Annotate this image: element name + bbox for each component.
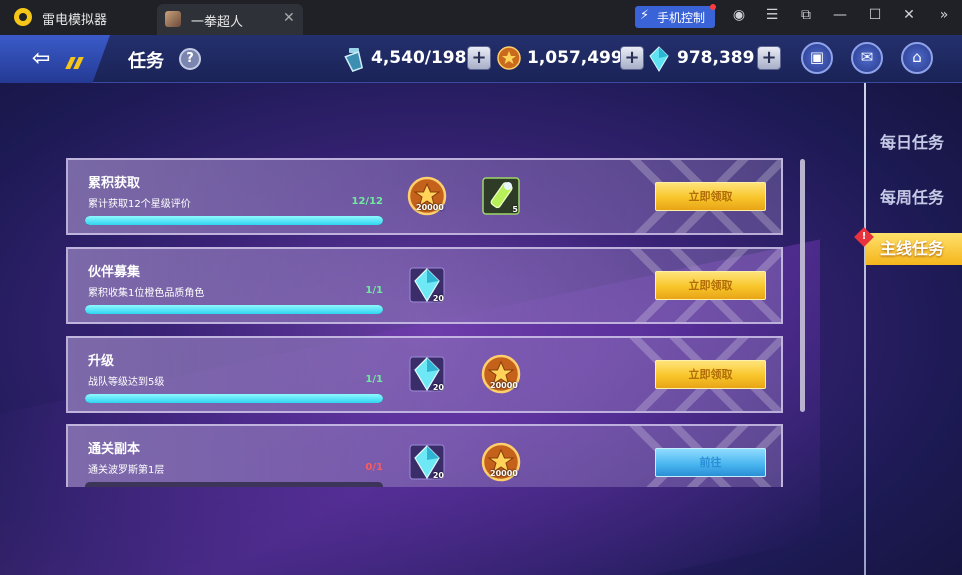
task-description: 累积收集1位橙色品质角色 (88, 288, 205, 299)
reward-quantity: 20000 (490, 381, 518, 390)
page-title: 任务 (128, 51, 164, 72)
phone-control-label: 手机控制 (657, 11, 706, 25)
emulator-app-name: 雷电模拟器 (42, 13, 108, 28)
tab-weekly-tasks[interactable]: 每周任务 (880, 184, 944, 208)
back-arrow-icon: ⇦ (32, 46, 51, 71)
emulator-titlebar: 雷电模拟器 一拳超人 ✕ ⚡ 手机控制 ◉ ☰ ⧉ — ☐ ✕ » (0, 0, 962, 35)
close-window-icon[interactable]: ✕ (899, 7, 919, 23)
add-gold-button[interactable]: + (620, 46, 644, 70)
ldplayer-logo-icon (14, 8, 32, 26)
maximize-icon[interactable]: ☐ (865, 7, 885, 23)
tab-main-tasks[interactable]: 主线任务 (866, 233, 962, 265)
reward-quantity: 5 (512, 205, 518, 214)
diamond-value: 978,389 (677, 48, 755, 68)
task-progress-bar (85, 305, 383, 314)
alert-badge-icon: ! (854, 227, 874, 247)
task-list-scrollbar[interactable] (800, 159, 805, 412)
stamina-value: 4,540/198 (371, 48, 467, 68)
game-avatar-icon (165, 11, 181, 27)
task-card-1: 累积获取 累计获取12个星级评价 12/12 20000 5 立即领取 (66, 158, 783, 235)
reward-quantity: 20 (432, 471, 444, 480)
reward-gold-coin[interactable]: 20000 (481, 442, 521, 482)
back-button[interactable]: ⇦ (0, 35, 110, 83)
tab-daily-tasks[interactable]: 每日任务 (880, 129, 944, 153)
task-title: 通关副本 (88, 442, 141, 457)
expand-sidebar-icon[interactable]: » (934, 7, 954, 23)
task-card-3: 升级 战队等级达到5级 1/1 20 20000 立即领取 (66, 336, 783, 413)
reward-quantity: 20 (432, 294, 444, 303)
add-stamina-button[interactable]: + (467, 46, 491, 70)
task-card-2: 伙伴募集 累积收集1位橙色品质角色 1/1 20 立即领取 (66, 247, 783, 324)
stamina-potion-icon (344, 48, 363, 72)
task-progress-count: 0/1 (365, 462, 383, 473)
reward-gold-coin[interactable]: 20000 (481, 354, 521, 394)
task-title: 伙伴募集 (88, 265, 141, 280)
side-tab-divider (864, 83, 866, 575)
task-progress-count: 12/12 (351, 196, 383, 207)
reward-diamond[interactable]: 20 (407, 354, 447, 394)
lightning-icon: ⚡ (640, 8, 650, 23)
phone-control-button[interactable]: ⚡ 手机控制 (635, 6, 715, 28)
mail-button[interactable]: ✉ (851, 42, 883, 74)
home-button[interactable]: ⌂ (901, 42, 933, 74)
reward-stamina-potion[interactable]: 5 (481, 176, 521, 216)
restore-window-icon[interactable]: ⧉ (796, 7, 816, 23)
task-description: 累计获取12个星级评价 (88, 199, 191, 210)
task-progress-bar (85, 394, 383, 403)
reward-quantity: 20000 (416, 203, 444, 212)
game-top-bar: ⇦ 任务 ? 4,540/198 + 1,057,499 + 978,389 +… (0, 35, 962, 83)
task-progress-fill (85, 216, 383, 225)
diamond-icon (649, 46, 669, 72)
task-progress-count: 1/1 (365, 374, 383, 385)
reward-diamond[interactable]: 20 (407, 265, 447, 305)
claim-button[interactable]: 立即领取 (655, 271, 766, 300)
task-progress-bar (85, 216, 383, 225)
task-card-4: 通关副本 通关波罗斯第1层 0/1 20 20000 前往 (66, 424, 783, 487)
claim-button[interactable]: 前往 (655, 448, 766, 477)
tab-close-icon[interactable]: ✕ (283, 10, 295, 26)
claim-button[interactable]: 立即领取 (655, 182, 766, 211)
task-progress-bar (85, 482, 383, 487)
alert-badge-label: ! (861, 231, 867, 242)
task-title: 累积获取 (88, 176, 141, 191)
claim-button[interactable]: 立即领取 (655, 360, 766, 389)
help-button[interactable]: ? (179, 48, 201, 70)
game-screen: ⇦ 任务 ? 4,540/198 + 1,057,499 + 978,389 +… (0, 35, 962, 575)
task-description: 通关波罗斯第1层 (88, 465, 165, 476)
reward-diamond[interactable]: 20 (407, 442, 447, 482)
reward-quantity: 20 (432, 383, 444, 392)
tab-game-label: 一拳超人 (191, 15, 244, 30)
task-progress-fill (85, 394, 383, 403)
reward-quantity: 20000 (490, 469, 518, 478)
task-description: 战队等级达到5级 (88, 377, 165, 388)
gold-coin-icon (497, 46, 521, 70)
gold-value: 1,057,499 (527, 48, 623, 68)
task-progress-count: 1/1 (365, 285, 383, 296)
minimize-icon[interactable]: — (830, 7, 850, 23)
task-title: 升级 (88, 354, 115, 369)
task-progress-fill (85, 305, 383, 314)
add-diamond-button[interactable]: + (757, 46, 781, 70)
account-icon[interactable]: ◉ (729, 7, 749, 23)
notification-dot-icon (710, 4, 716, 10)
menu-icon[interactable]: ☰ (762, 7, 782, 23)
shop-button[interactable]: ▣ (801, 42, 833, 74)
tab-game[interactable]: 一拳超人 ✕ (157, 4, 303, 35)
reward-gold-coin[interactable]: 20000 (407, 176, 447, 216)
